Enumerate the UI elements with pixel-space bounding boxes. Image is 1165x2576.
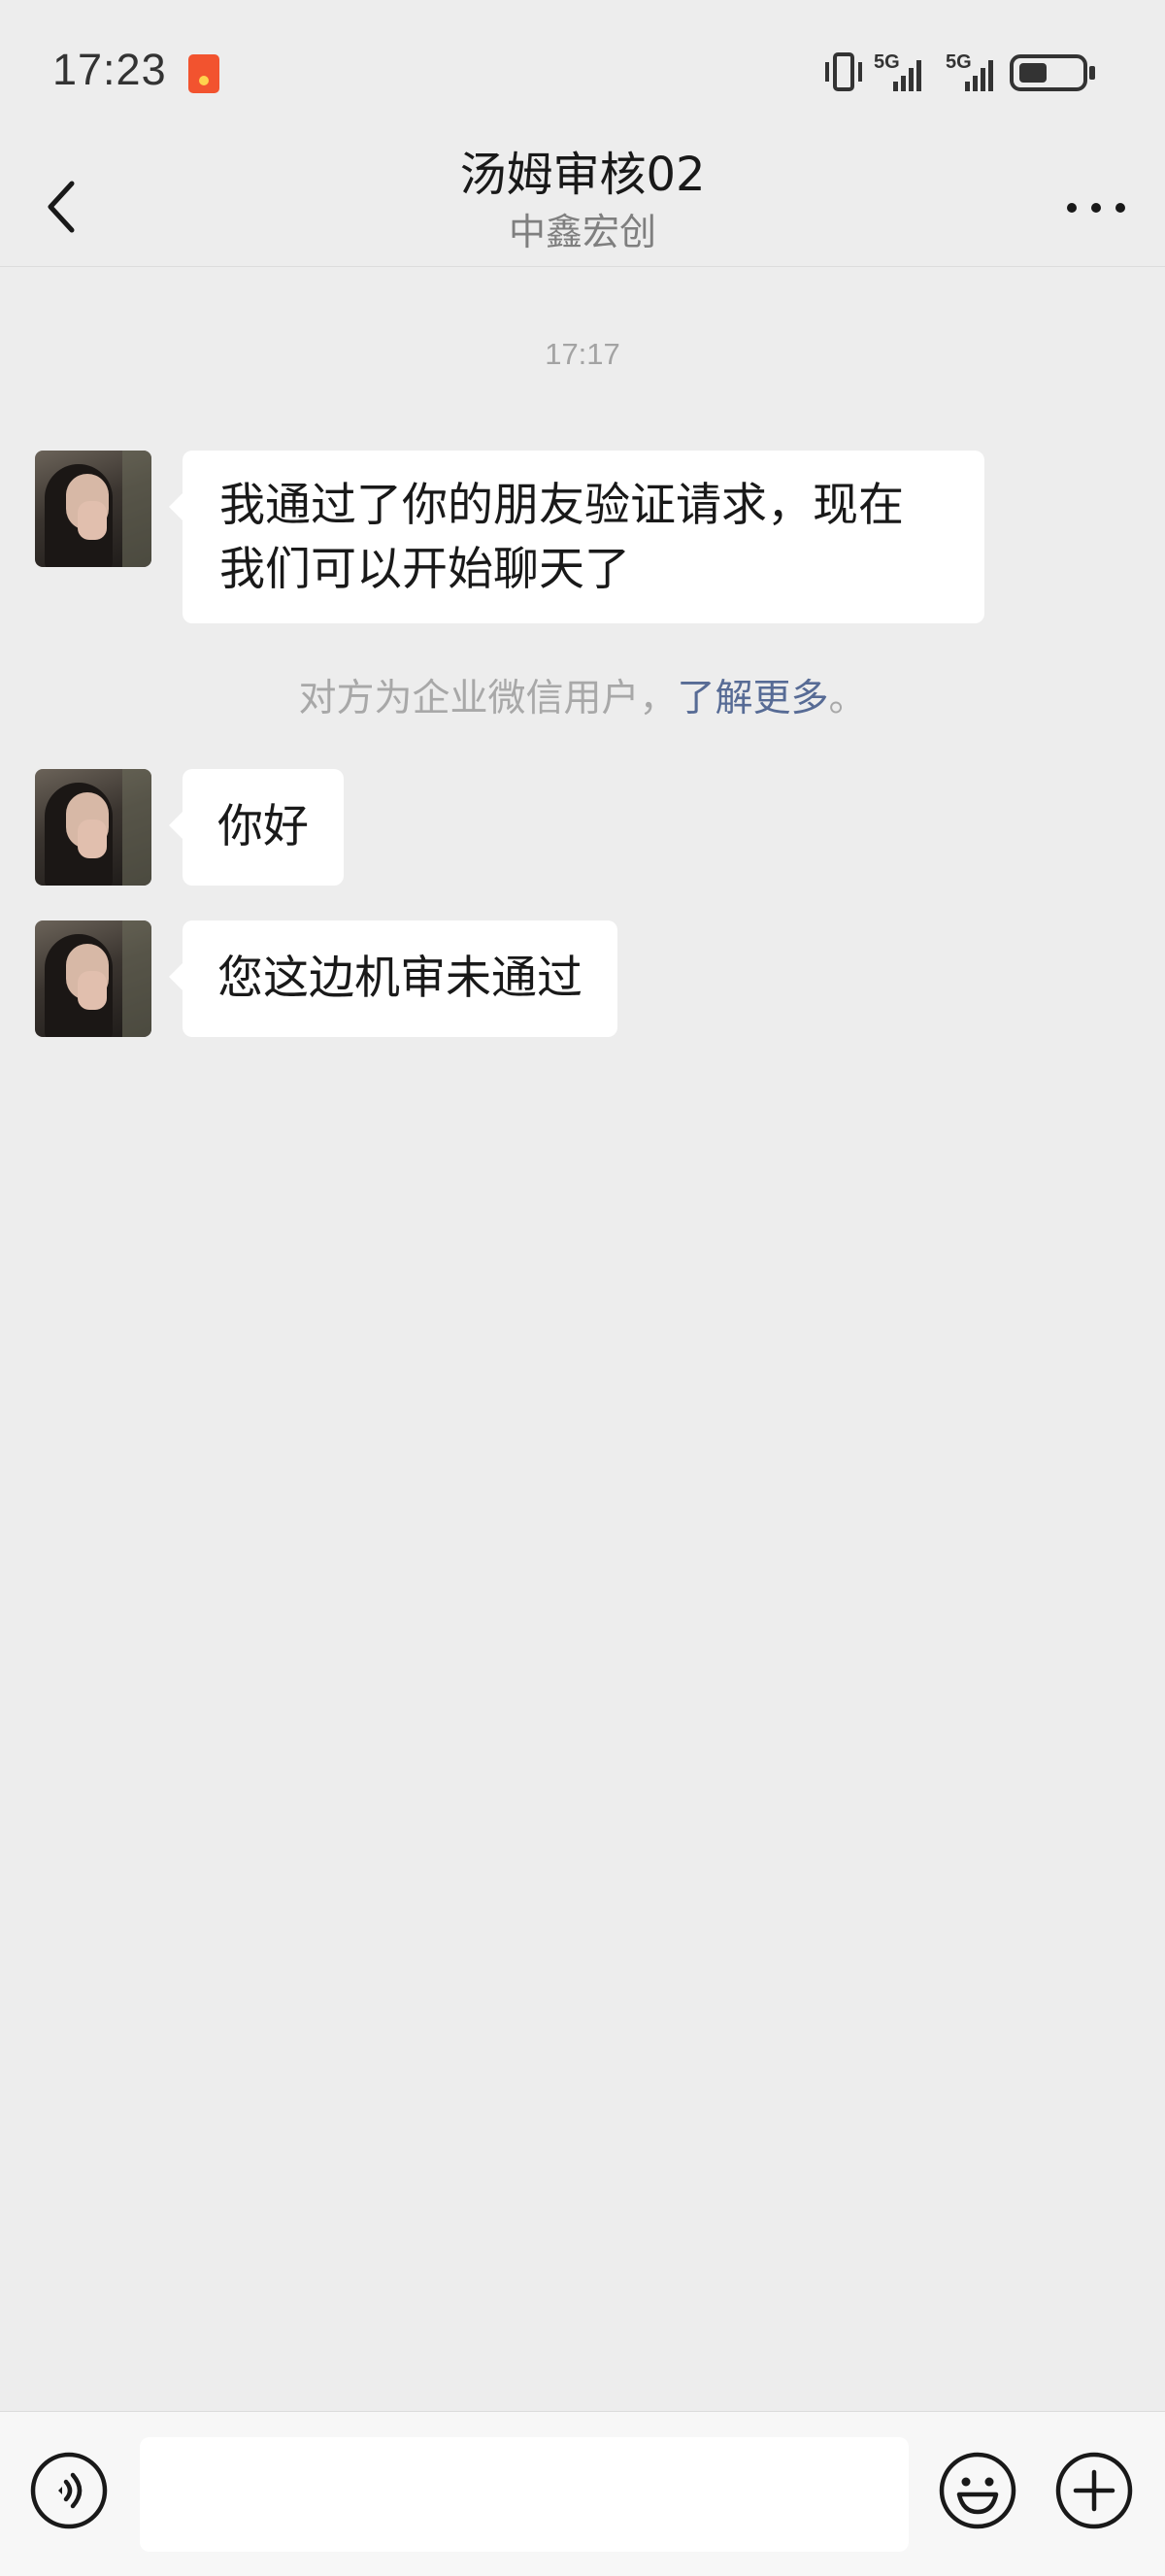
chat-title: 汤姆审核02 bbox=[459, 148, 706, 202]
system-note-text: 对方为企业微信用户， bbox=[298, 677, 678, 720]
message-text: 您这边机审未通过 bbox=[217, 952, 582, 1005]
avatar[interactable] bbox=[35, 451, 151, 567]
message-input[interactable] bbox=[140, 2437, 909, 2552]
avatar[interactable] bbox=[35, 920, 151, 1037]
system-note: 对方为企业微信用户，了解更多。 bbox=[0, 668, 1165, 722]
vibrate-icon bbox=[825, 52, 862, 91]
system-note-suffix: 。 bbox=[828, 677, 867, 720]
message-bubble[interactable]: 您这边机审未通过 bbox=[169, 920, 617, 1037]
message-text: 你好 bbox=[217, 800, 309, 853]
message-row: 您这边机审未通过 bbox=[35, 920, 1132, 1037]
signal-label-1: 5G bbox=[874, 51, 900, 73]
message-row: 我通过了你的朋友验证请求，现在 我们可以开始聊天了 bbox=[35, 451, 1132, 625]
message-text-line: 我通过了你的朋友验证请求，现在 bbox=[219, 479, 904, 532]
battery-icon bbox=[1010, 54, 1095, 91]
message-text-line: 我们可以开始聊天了 bbox=[219, 543, 630, 596]
input-bar bbox=[0, 2411, 1165, 2576]
message-timestamp: 17:17 bbox=[545, 337, 620, 371]
message-bubble[interactable]: 你好 bbox=[169, 769, 344, 886]
signal-label-2: 5G bbox=[946, 51, 972, 73]
notification-app-icon bbox=[188, 54, 219, 93]
signal-icon: 5G bbox=[946, 51, 993, 91]
emoji-icon bbox=[939, 2452, 1016, 2529]
message-bubble[interactable]: 我通过了你的朋友验证请求，现在 我们可以开始聊天了 bbox=[169, 451, 984, 623]
signal-icon: 5G bbox=[874, 51, 921, 91]
message-row: 你好 bbox=[35, 769, 1132, 886]
emoji-button[interactable] bbox=[938, 2451, 1017, 2530]
status-indicators: 5G 5G bbox=[821, 49, 1122, 97]
chat-subtitle: 中鑫宏创 bbox=[508, 211, 656, 253]
status-bar: 17:23 5G 5G bbox=[0, 0, 1165, 146]
status-time: 17:23 bbox=[52, 45, 167, 94]
plus-button[interactable] bbox=[1054, 2451, 1134, 2530]
learn-more-link[interactable]: 了解更多 bbox=[677, 677, 828, 720]
voice-icon bbox=[30, 2452, 108, 2529]
voice-button[interactable] bbox=[29, 2451, 109, 2530]
avatar[interactable] bbox=[35, 769, 151, 886]
plus-icon bbox=[1055, 2452, 1133, 2529]
